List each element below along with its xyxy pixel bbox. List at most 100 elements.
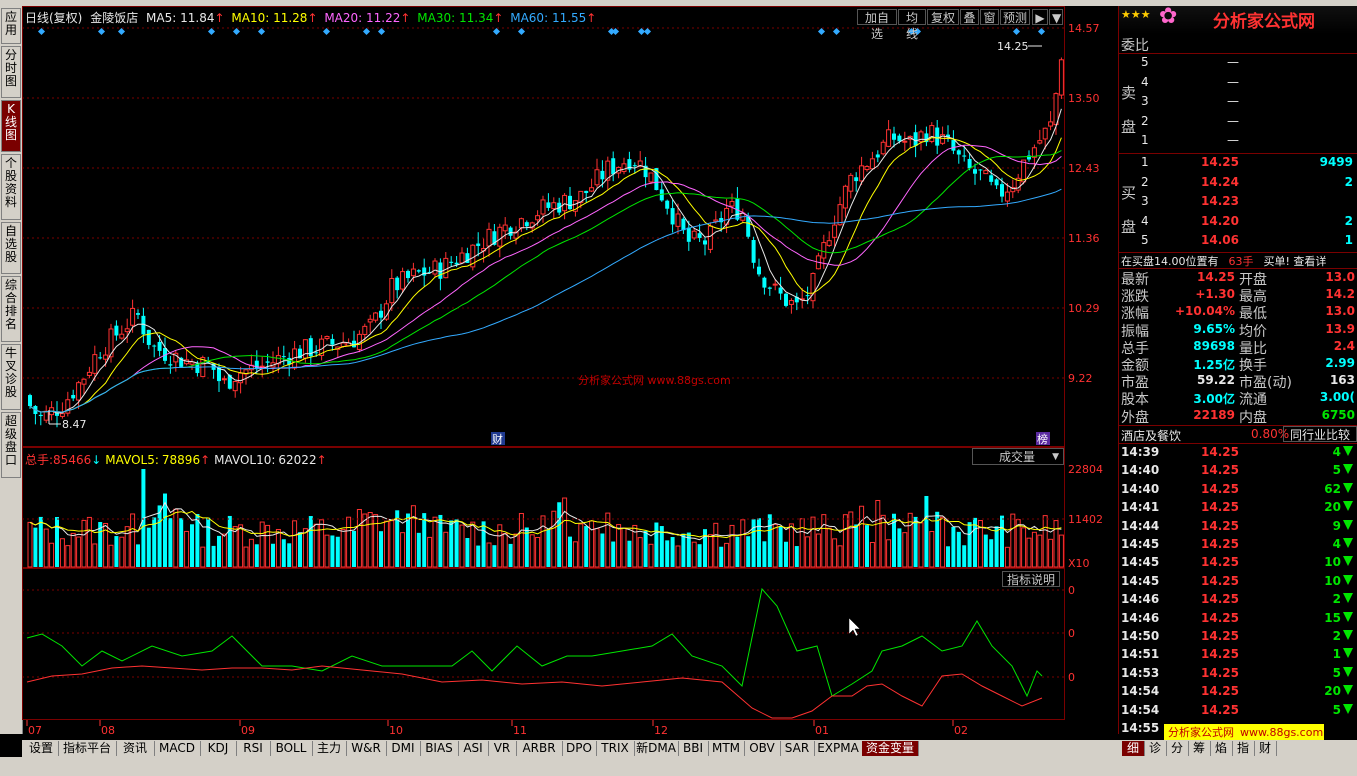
volume-bar (1053, 520, 1059, 568)
kline-chart-svg[interactable]: 14.57 13.50 12.43 11.36 10.29 9.22 14.25 8.47 财 榜… (22, 6, 1118, 744)
left-nav-3[interactable]: 个股资料 (1, 154, 21, 220)
tick-price: 14.25 (1201, 684, 1239, 699)
toolbar-button-2[interactable]: 复权 (927, 9, 959, 25)
indicator-tab-8[interactable]: W&R (346, 741, 387, 756)
candle-body (124, 328, 130, 333)
indicator-tab-1[interactable]: 指标平台 (58, 741, 117, 756)
volume-bar (643, 530, 648, 567)
candle-body (59, 413, 65, 417)
signal-diamond-icon (817, 27, 826, 36)
left-nav-6[interactable]: 牛叉诊股 (1, 344, 21, 410)
industry-compare-button[interactable]: 同行业比较 (1283, 426, 1357, 442)
candle-body (103, 354, 109, 360)
right-tab-3[interactable]: 筹 (1188, 741, 1211, 756)
indicator-tab-11[interactable]: ASI (458, 741, 489, 756)
indicator-tab-19[interactable]: OBV (744, 741, 781, 756)
volume-bar (206, 517, 211, 567)
volume-bar (65, 545, 71, 568)
price-axis-label: 14.57 (1068, 22, 1100, 35)
candle-body (146, 329, 151, 345)
down-arrow-icon (1343, 630, 1353, 640)
toolbar-button-3[interactable]: 叠 (960, 9, 979, 25)
indicator-tab-14[interactable]: DPO (562, 741, 597, 756)
volume-bar (794, 546, 799, 567)
right-tab-5[interactable]: 指 (1232, 741, 1255, 756)
volume-bar (913, 516, 918, 567)
divider (1119, 53, 1357, 54)
indicator-tab-6[interactable]: BOLL (270, 741, 313, 756)
tick-time: 14:41 (1121, 500, 1160, 515)
stat-value: 2.4 (1333, 338, 1355, 353)
candle-body (951, 140, 956, 151)
indicator-tab-21[interactable]: EXPMA (814, 741, 863, 756)
volume-bar (1026, 537, 1032, 568)
left-nav-1[interactable]: 分时图 (1, 46, 21, 98)
tick-volume: 20 (1324, 500, 1341, 515)
indicator-line-green (26, 587, 1043, 698)
indicator-tab-5[interactable]: RSI (236, 741, 271, 756)
toolbar-button-4[interactable]: 窗 (980, 9, 999, 25)
indicator-tab-18[interactable]: MTM (708, 741, 745, 756)
dropdown-arrow-button[interactable]: ▼ (1049, 9, 1063, 25)
tick-time: 14:39 (1121, 445, 1160, 459)
volume-bar (918, 522, 924, 568)
candle-body (562, 194, 568, 212)
sell-side-label: 卖盘 (1121, 84, 1137, 136)
indicator-tab-4[interactable]: KDJ (200, 741, 237, 756)
right-tab-2[interactable]: 分 (1166, 741, 1189, 756)
toolbar-button-5[interactable]: 预测 (1000, 9, 1030, 25)
signal-diamond-icon (643, 27, 652, 36)
order-info[interactable]: 在买盘14.00位置有 63手 买单! 查看详 (1121, 253, 1357, 269)
indicator-tab-16[interactable]: 新DMA (634, 741, 679, 756)
indicator-tab-10[interactable]: BIAS (420, 741, 459, 756)
left-nav-7[interactable]: 超级盘口 (1, 412, 21, 478)
candle-body (367, 318, 373, 323)
candle-body (497, 226, 503, 247)
indicator-help-button[interactable]: 指标说明 (1002, 571, 1060, 587)
indicator-tab-22[interactable]: 资金变量 (862, 741, 919, 756)
left-nav-4[interactable]: 自选股 (1, 222, 21, 274)
stat-value: 9.65% (1193, 321, 1235, 336)
next-arrow-button[interactable]: ▶ (1032, 9, 1048, 25)
sell-level-number: 5 (1141, 55, 1149, 69)
chart-area[interactable]: 14.57 13.50 12.43 11.36 10.29 9.22 14.25 8.47 财 榜… (22, 6, 1118, 744)
signal-diamond-icon (362, 27, 371, 36)
right-tab-6[interactable]: 财 (1254, 741, 1277, 756)
indicator-tab-13[interactable]: ARBR (516, 741, 563, 756)
volume-bar (449, 520, 454, 567)
toolbar-button-1[interactable]: 均线 (898, 9, 926, 41)
volume-bar (897, 528, 902, 567)
indicator-tab-20[interactable]: SAR (780, 741, 815, 756)
volume-bar (1021, 527, 1027, 568)
toolbar-button-0[interactable]: 加自选 (857, 9, 897, 41)
left-nav-2[interactable]: K线图 (1, 100, 21, 152)
tick-time: 14:40 (1121, 481, 1160, 496)
volume-bar (443, 531, 449, 568)
volume-bar (43, 528, 49, 568)
stat-value: 3.00亿 (1193, 392, 1235, 407)
volume-bar (837, 545, 843, 568)
candle-body (875, 154, 880, 158)
left-nav-0[interactable]: 应用 (1, 8, 21, 44)
left-nav-5[interactable]: 综合排名 (1, 276, 21, 342)
right-tab-4[interactable]: 焰 (1210, 741, 1233, 756)
indicator-tab-9[interactable]: DMI (386, 741, 421, 756)
indicator-tab-0[interactable]: 设置 (24, 741, 59, 756)
indicator-tab-17[interactable]: BBI (678, 741, 709, 756)
volume-bar (810, 516, 816, 568)
order-info-link[interactable]: 买单! 查看详 (1264, 255, 1327, 268)
buy-level-number: 3 (1141, 194, 1149, 208)
candle-body (832, 224, 838, 238)
ma30-line (29, 150, 1062, 413)
candle-body (508, 227, 513, 236)
right-tab-0[interactable]: 细 (1122, 741, 1145, 756)
right-tab-1[interactable]: 诊 (1144, 741, 1167, 756)
volume-indicator-selector[interactable]: 成交量 ▼ (972, 448, 1064, 465)
volume-bar (340, 529, 346, 568)
indicator-tab-2[interactable]: 资讯 (116, 741, 155, 756)
volume-bar (675, 545, 681, 568)
indicator-tab-12[interactable]: VR (488, 741, 517, 756)
indicator-tab-3[interactable]: MACD (154, 741, 201, 756)
indicator-tab-7[interactable]: 主力 (312, 741, 347, 756)
indicator-tab-15[interactable]: TRIX (596, 741, 635, 756)
